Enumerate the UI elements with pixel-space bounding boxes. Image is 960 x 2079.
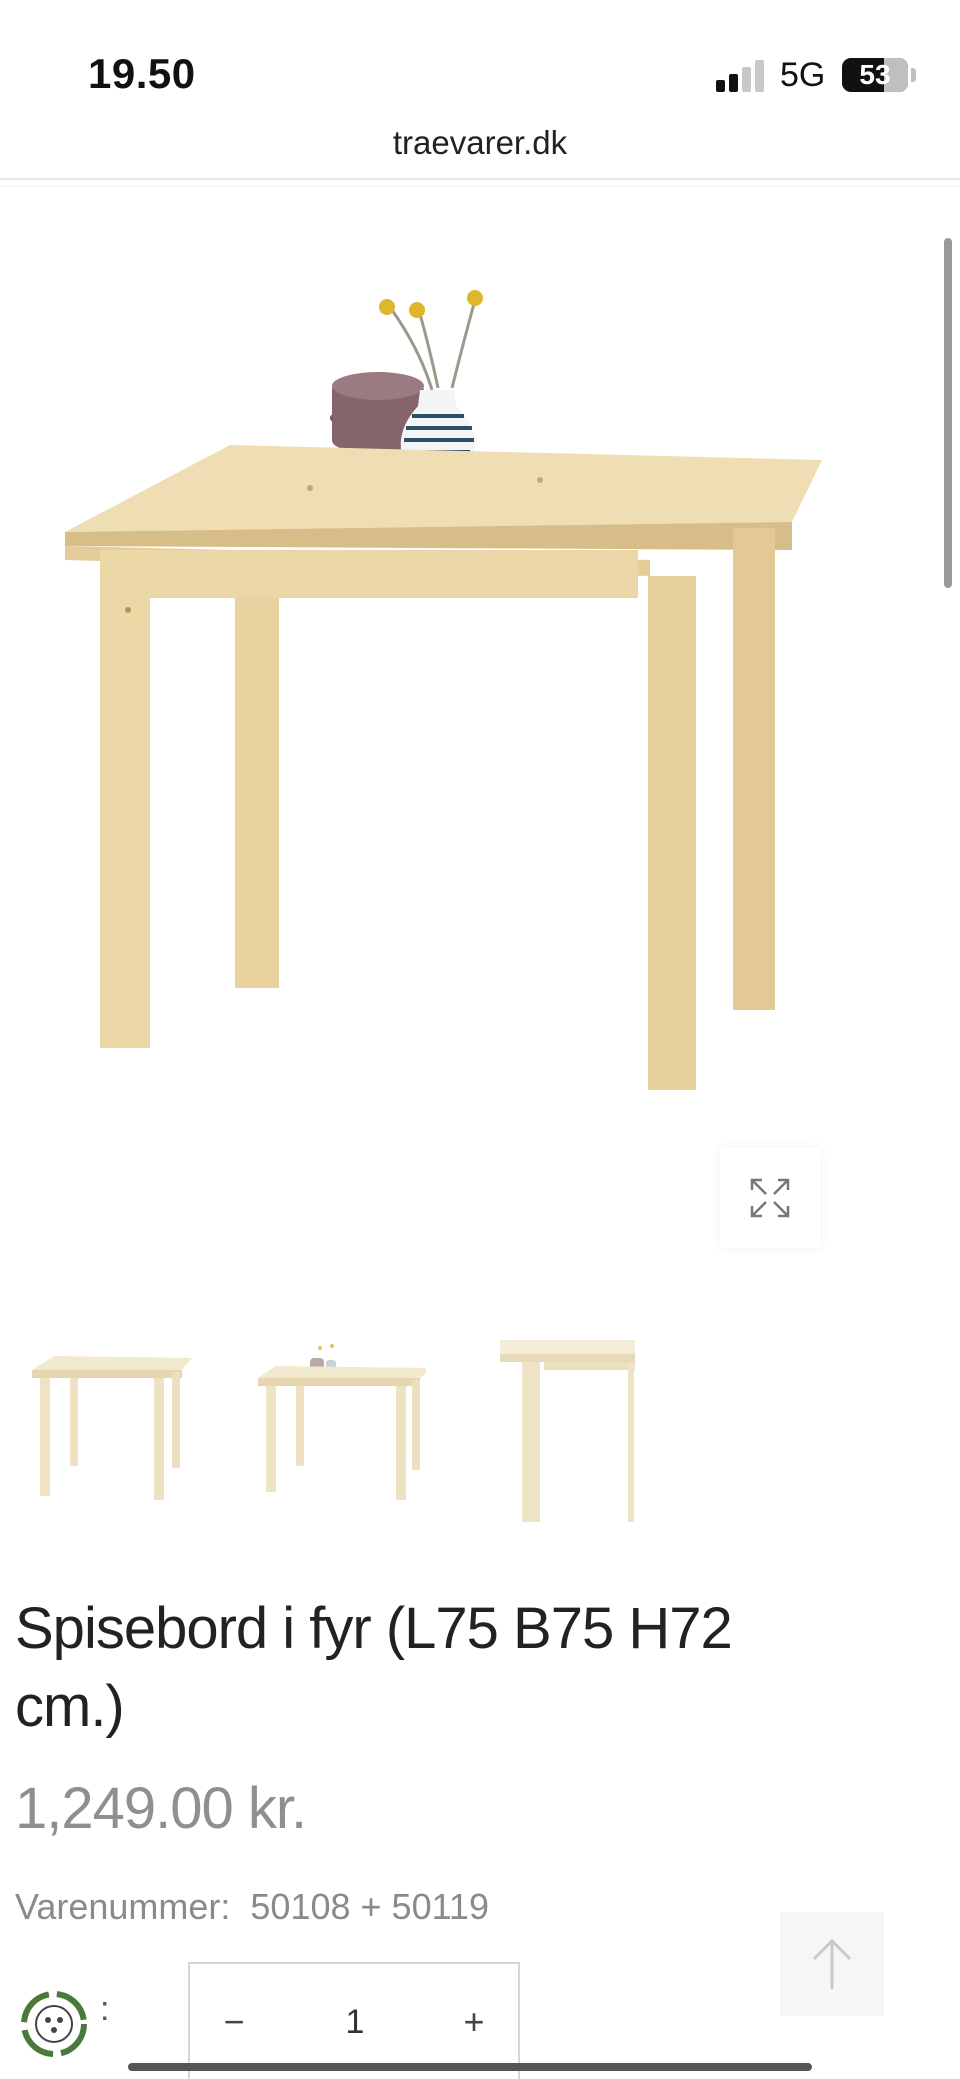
page-scrollbar[interactable] <box>944 238 952 588</box>
signal-icon <box>716 60 766 92</box>
product-main-image[interactable] <box>20 230 840 1190</box>
battery-icon: 53 <box>842 58 908 92</box>
quantity-stepper: − 1 + <box>188 1962 520 2079</box>
status-time: 19.50 <box>88 50 196 97</box>
address-bar-url[interactable]: traevarer.dk <box>0 124 960 162</box>
thumbnail-2[interactable] <box>246 1330 432 1530</box>
recycle-icon[interactable] <box>18 1988 90 2060</box>
network-label: 5G <box>780 56 826 94</box>
product-price: 1,249.00 kr. <box>15 1776 307 1841</box>
sku-line: Varenummer: 50108 + 50119 <box>15 1886 489 1928</box>
battery-level: 53 <box>859 59 891 90</box>
toolbar-divider <box>0 178 960 180</box>
quantity-value[interactable]: 1 <box>290 1992 420 2052</box>
sku-label: Varenummer: <box>15 1886 231 1927</box>
increase-quantity-button[interactable]: + <box>444 1992 504 2052</box>
thumbnail-3[interactable] <box>500 1330 680 1530</box>
quantity-label: : <box>100 1990 110 2028</box>
back-to-top-button[interactable] <box>780 1912 884 2016</box>
home-indicator[interactable] <box>128 2063 812 2071</box>
decrease-quantity-button[interactable]: − <box>204 1992 264 2052</box>
product-title: Spisebord i fyr (L75 B75 H72 cm.) <box>15 1596 733 1739</box>
sku-value: 50108 + 50119 <box>250 1886 489 1927</box>
zoom-button[interactable] <box>720 1148 820 1248</box>
toolbar-divider-shadow <box>0 186 960 187</box>
status-bar: 19.50 5G 53 <box>0 0 960 120</box>
arrow-up-icon <box>812 1938 852 1989</box>
expand-icon <box>750 1178 790 1218</box>
thumbnail-strip <box>22 1330 642 1530</box>
thumbnail-1[interactable] <box>22 1330 202 1530</box>
battery-tip <box>911 68 916 82</box>
